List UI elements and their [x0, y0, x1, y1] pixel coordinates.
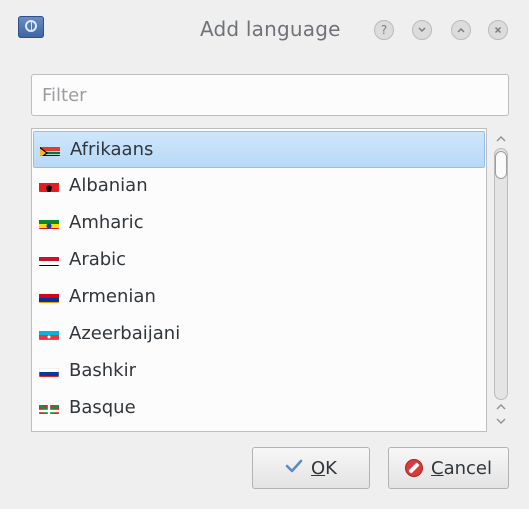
list-item-label: Basque — [69, 397, 136, 418]
list-item[interactable]: Azeerbaijani — [33, 316, 485, 353]
list-item-label: Arabic — [69, 249, 127, 270]
egypt-flag-icon — [39, 254, 59, 266]
armenia-flag-icon — [39, 291, 59, 303]
ok-label: OK — [311, 457, 337, 479]
list-scrollbar[interactable] — [490, 128, 512, 432]
help-button[interactable]: ? — [374, 20, 394, 40]
basque-flag-icon — [39, 402, 59, 414]
list-item-label: Afrikaans — [70, 139, 154, 160]
close-button[interactable] — [488, 20, 508, 40]
filter-input[interactable] — [31, 74, 509, 116]
scroll-track[interactable] — [494, 148, 508, 400]
list-item[interactable]: Afrikaans — [33, 131, 485, 168]
list-item[interactable]: Amharic — [33, 205, 485, 242]
language-list[interactable]: Afrikaans Albanian Amharic Arabic Armeni… — [31, 128, 487, 432]
cancel-icon — [405, 459, 423, 477]
list-item[interactable]: Armenian — [33, 279, 485, 316]
help-icon: ? — [380, 23, 388, 37]
scroll-down-icon[interactable] — [494, 416, 508, 426]
app-globe-icon — [18, 16, 44, 38]
list-item[interactable]: Bashkir — [33, 353, 485, 390]
list-item-label: Azeerbaijani — [69, 323, 181, 344]
list-item[interactable]: Albanian — [33, 168, 485, 205]
list-item[interactable]: Arabic — [33, 242, 485, 279]
russia-flag-icon — [39, 365, 59, 377]
window-title: Add language — [200, 17, 341, 41]
cancel-label: Cancel — [431, 457, 492, 479]
ethiopia-flag-icon — [39, 217, 59, 229]
minimize-button[interactable] — [412, 20, 432, 40]
azerbaijan-flag-icon — [39, 328, 59, 340]
maximize-button[interactable] — [451, 20, 471, 40]
chevron-up-icon — [457, 27, 465, 33]
title-bar: Add language ? — [0, 0, 529, 58]
checkmark-icon — [285, 459, 303, 477]
south-africa-flag-icon — [40, 144, 60, 156]
list-item[interactable]: Basque — [33, 390, 485, 427]
scroll-thumb[interactable] — [495, 151, 507, 179]
list-item-label: Bashkir — [69, 360, 136, 381]
scroll-up-icon[interactable] — [494, 134, 508, 144]
list-item-label: Amharic — [69, 212, 144, 233]
chevron-down-icon — [418, 27, 426, 33]
cancel-button[interactable]: Cancel — [388, 447, 509, 489]
albania-flag-icon — [39, 180, 59, 192]
list-item-label: Armenian — [69, 286, 156, 307]
close-icon — [494, 26, 502, 34]
scroll-up-icon[interactable] — [494, 402, 508, 412]
list-item-label: Albanian — [69, 175, 148, 196]
ok-button[interactable]: OK — [252, 447, 370, 489]
